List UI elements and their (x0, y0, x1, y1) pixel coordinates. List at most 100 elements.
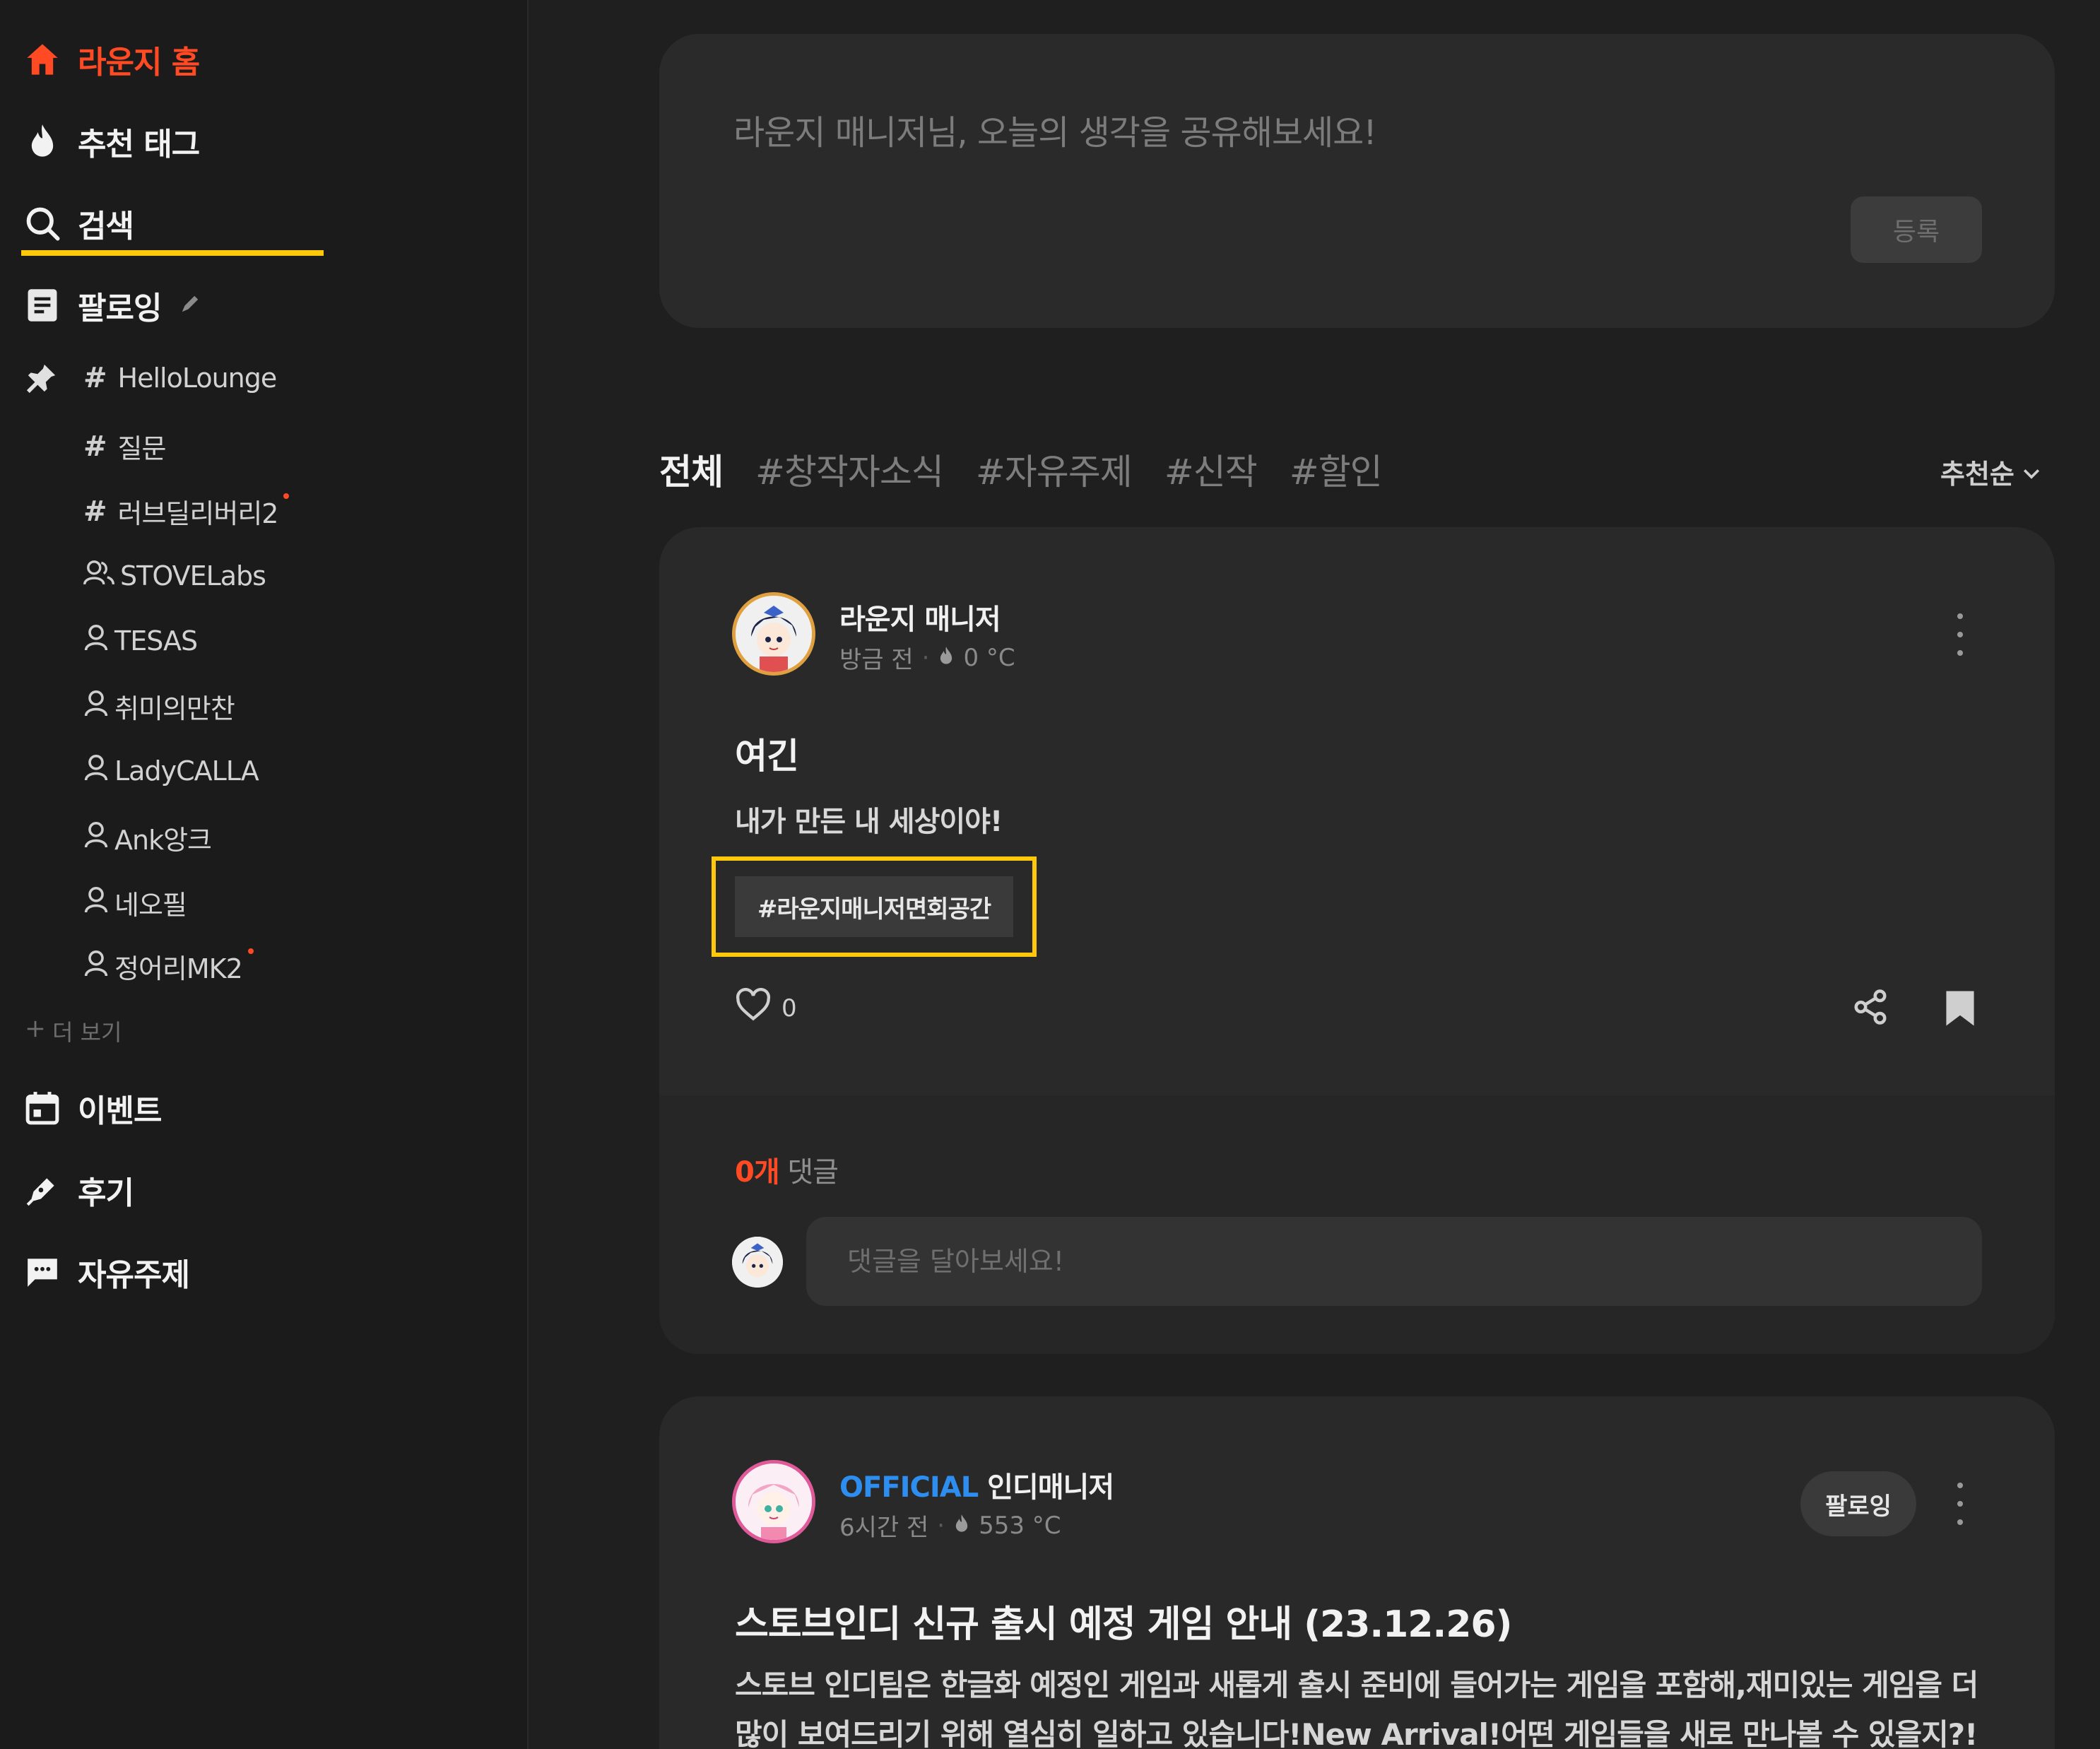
pin-icon (25, 362, 58, 397)
following-label: 러브딜리버리2 (117, 498, 279, 529)
following-label: LadyCALLA (114, 755, 259, 787)
chevron-down-icon (2022, 457, 2041, 488)
chat-icon (23, 1252, 62, 1292)
author-name-text: 인디매니저 (987, 1471, 1114, 1504)
author-name[interactable]: OFFICIAL 인디매니저 (839, 1464, 1114, 1505)
nav-label: 후기 (78, 1175, 134, 1211)
more-options-icon[interactable] (1953, 1483, 1967, 1525)
more-options-icon[interactable] (1953, 613, 1967, 656)
post-time: 방금 전 (839, 646, 914, 674)
user-icon (83, 689, 109, 724)
new-dot (247, 948, 254, 954)
sidebar: 라운지 홈 추천 태그 검색 팔로잉 # HelloLounge # 질문 # … (0, 0, 529, 1749)
user-icon (83, 949, 109, 984)
nav-free-topic[interactable]: 자유주제 (23, 1249, 190, 1295)
nav-following[interactable]: 팔로잉 (23, 283, 201, 328)
following-hashtag-love-delivery[interactable]: # 러브딜리버리2 (83, 492, 290, 531)
user-icon (83, 623, 109, 658)
user-icon (83, 753, 109, 788)
author-avatar[interactable] (732, 592, 815, 676)
comment-count: 0개 댓글 (735, 1149, 839, 1190)
calendar-icon (23, 1088, 62, 1128)
following-label: HelloLounge (117, 363, 278, 394)
following-user-sardine[interactable]: 정어리MK2 (83, 947, 254, 986)
following-label: 질문 (117, 433, 167, 464)
nav-label: 검색 (78, 208, 134, 245)
bookmark-icon[interactable] (1945, 989, 1976, 1030)
comment-input[interactable] (806, 1217, 1982, 1306)
post-temperature: 0 °C (963, 643, 1015, 672)
following-user-neophil[interactable]: 네오필 (83, 883, 187, 922)
following-group-stovelabs[interactable]: STOVELabs (83, 558, 266, 593)
following-label: Ank앙크 (114, 825, 212, 856)
submit-button[interactable]: 등록 (1851, 196, 1982, 263)
hash-symbol: # (83, 362, 107, 394)
nav-label: 라운지 홈 (78, 45, 200, 81)
tab-discount[interactable]: #할인 (1290, 444, 1383, 495)
post-temperature: 553 °C (979, 1511, 1061, 1540)
nav-reviews[interactable]: 후기 (23, 1167, 134, 1213)
lounge-app: 라운지 홈 추천 태그 검색 팔로잉 # HelloLounge # 질문 # … (0, 0, 2100, 1749)
author-avatar[interactable] (732, 1460, 815, 1543)
post-body[interactable]: 내가 만든 내 세상이야! (735, 799, 1003, 840)
heart-icon (735, 987, 772, 1028)
edit-pencil-icon[interactable] (179, 293, 201, 317)
flame-icon (938, 644, 955, 672)
new-dot (283, 493, 290, 499)
following-user-ladycalla[interactable]: LadyCALLA (83, 753, 259, 788)
nav-label: 자유주제 (78, 1257, 190, 1293)
active-underline (21, 250, 324, 256)
post-composer[interactable]: 라운지 매니저님, 오늘의 생각을 공유해보세요! 등록 (659, 34, 2055, 328)
following-label: 취미의만찬 (114, 693, 235, 724)
user-icon (83, 885, 109, 920)
more-label: 더 보기 (52, 1019, 122, 1046)
following-user-tesas[interactable]: TESAS (83, 623, 198, 658)
following-user-ank[interactable]: Ank앙크 (83, 818, 212, 857)
tab-new-release[interactable]: #신작 (1164, 444, 1258, 495)
post-meta: 방금 전 · 0 °C (839, 640, 1015, 675)
flame-icon (23, 122, 62, 161)
following-button[interactable]: 팔로잉 (1800, 1471, 1916, 1536)
share-icon[interactable] (1851, 988, 1889, 1029)
hash-symbol: # (83, 495, 107, 528)
following-label: STOVELabs (120, 560, 266, 591)
sort-dropdown[interactable]: 추천순 (1940, 452, 2041, 491)
nav-recommended-tags[interactable]: 추천 태그 (23, 119, 200, 164)
post-meta: 6시간 전 · 553 °C (839, 1508, 1061, 1543)
like-count: 0 (781, 994, 797, 1023)
show-more-link[interactable]: 더 보기 (25, 1015, 122, 1047)
following-user-hobby-feast[interactable]: 취미의만찬 (83, 687, 235, 726)
flame-icon (953, 1512, 970, 1540)
nav-lounge-home[interactable]: 라운지 홈 (23, 37, 200, 82)
tab-free-topic[interactable]: #자유주제 (976, 444, 1133, 495)
document-icon (23, 285, 62, 325)
nav-events[interactable]: 이벤트 (23, 1085, 162, 1131)
like-button[interactable]: 0 (735, 987, 797, 1028)
comment-count-number: 0개 (735, 1156, 780, 1189)
nav-label: 추천 태그 (78, 126, 200, 163)
user-icon (83, 820, 109, 855)
nav-search[interactable]: 검색 (23, 201, 134, 246)
pen-icon (23, 1170, 62, 1210)
post-tag-chip[interactable]: #라운지매니저면회공간 (735, 876, 1013, 937)
nav-label: 이벤트 (78, 1093, 162, 1129)
hash-symbol: # (83, 430, 107, 463)
author-name[interactable]: 라운지 매니저 (839, 596, 1001, 637)
official-badge: OFFICIAL (839, 1471, 979, 1504)
following-label: 정어리MK2 (114, 953, 243, 984)
my-avatar (732, 1237, 783, 1288)
plus-icon (25, 1018, 45, 1044)
tab-creator-news[interactable]: #창작자소식 (755, 444, 944, 495)
category-tabs: 전체 #창작자소식 #자유주제 #신작 #할인 (659, 444, 1383, 495)
comment-count-label: 댓글 (787, 1156, 839, 1189)
tab-all[interactable]: 전체 (659, 444, 724, 495)
following-hashtag-hellolounge[interactable]: # HelloLounge (83, 362, 278, 394)
home-icon (23, 40, 62, 79)
post-title[interactable]: 스토브인디 신규 출시 예정 게임 안내 (23.12.26) (735, 1594, 1512, 1647)
nav-label: 팔로잉 (78, 290, 162, 326)
sort-label: 추천순 (1940, 459, 2015, 490)
composer-placeholder[interactable]: 라운지 매니저님, 오늘의 생각을 공유해보세요! (733, 105, 1377, 154)
post-excerpt[interactable]: 스토브 인디팀은 한글화 예정인 게임과 새롭게 출시 준비에 들어가는 게임을… (735, 1661, 1993, 1749)
following-hashtag-question[interactable]: # 질문 (83, 427, 167, 466)
post-title[interactable]: 여긴 (735, 728, 799, 779)
